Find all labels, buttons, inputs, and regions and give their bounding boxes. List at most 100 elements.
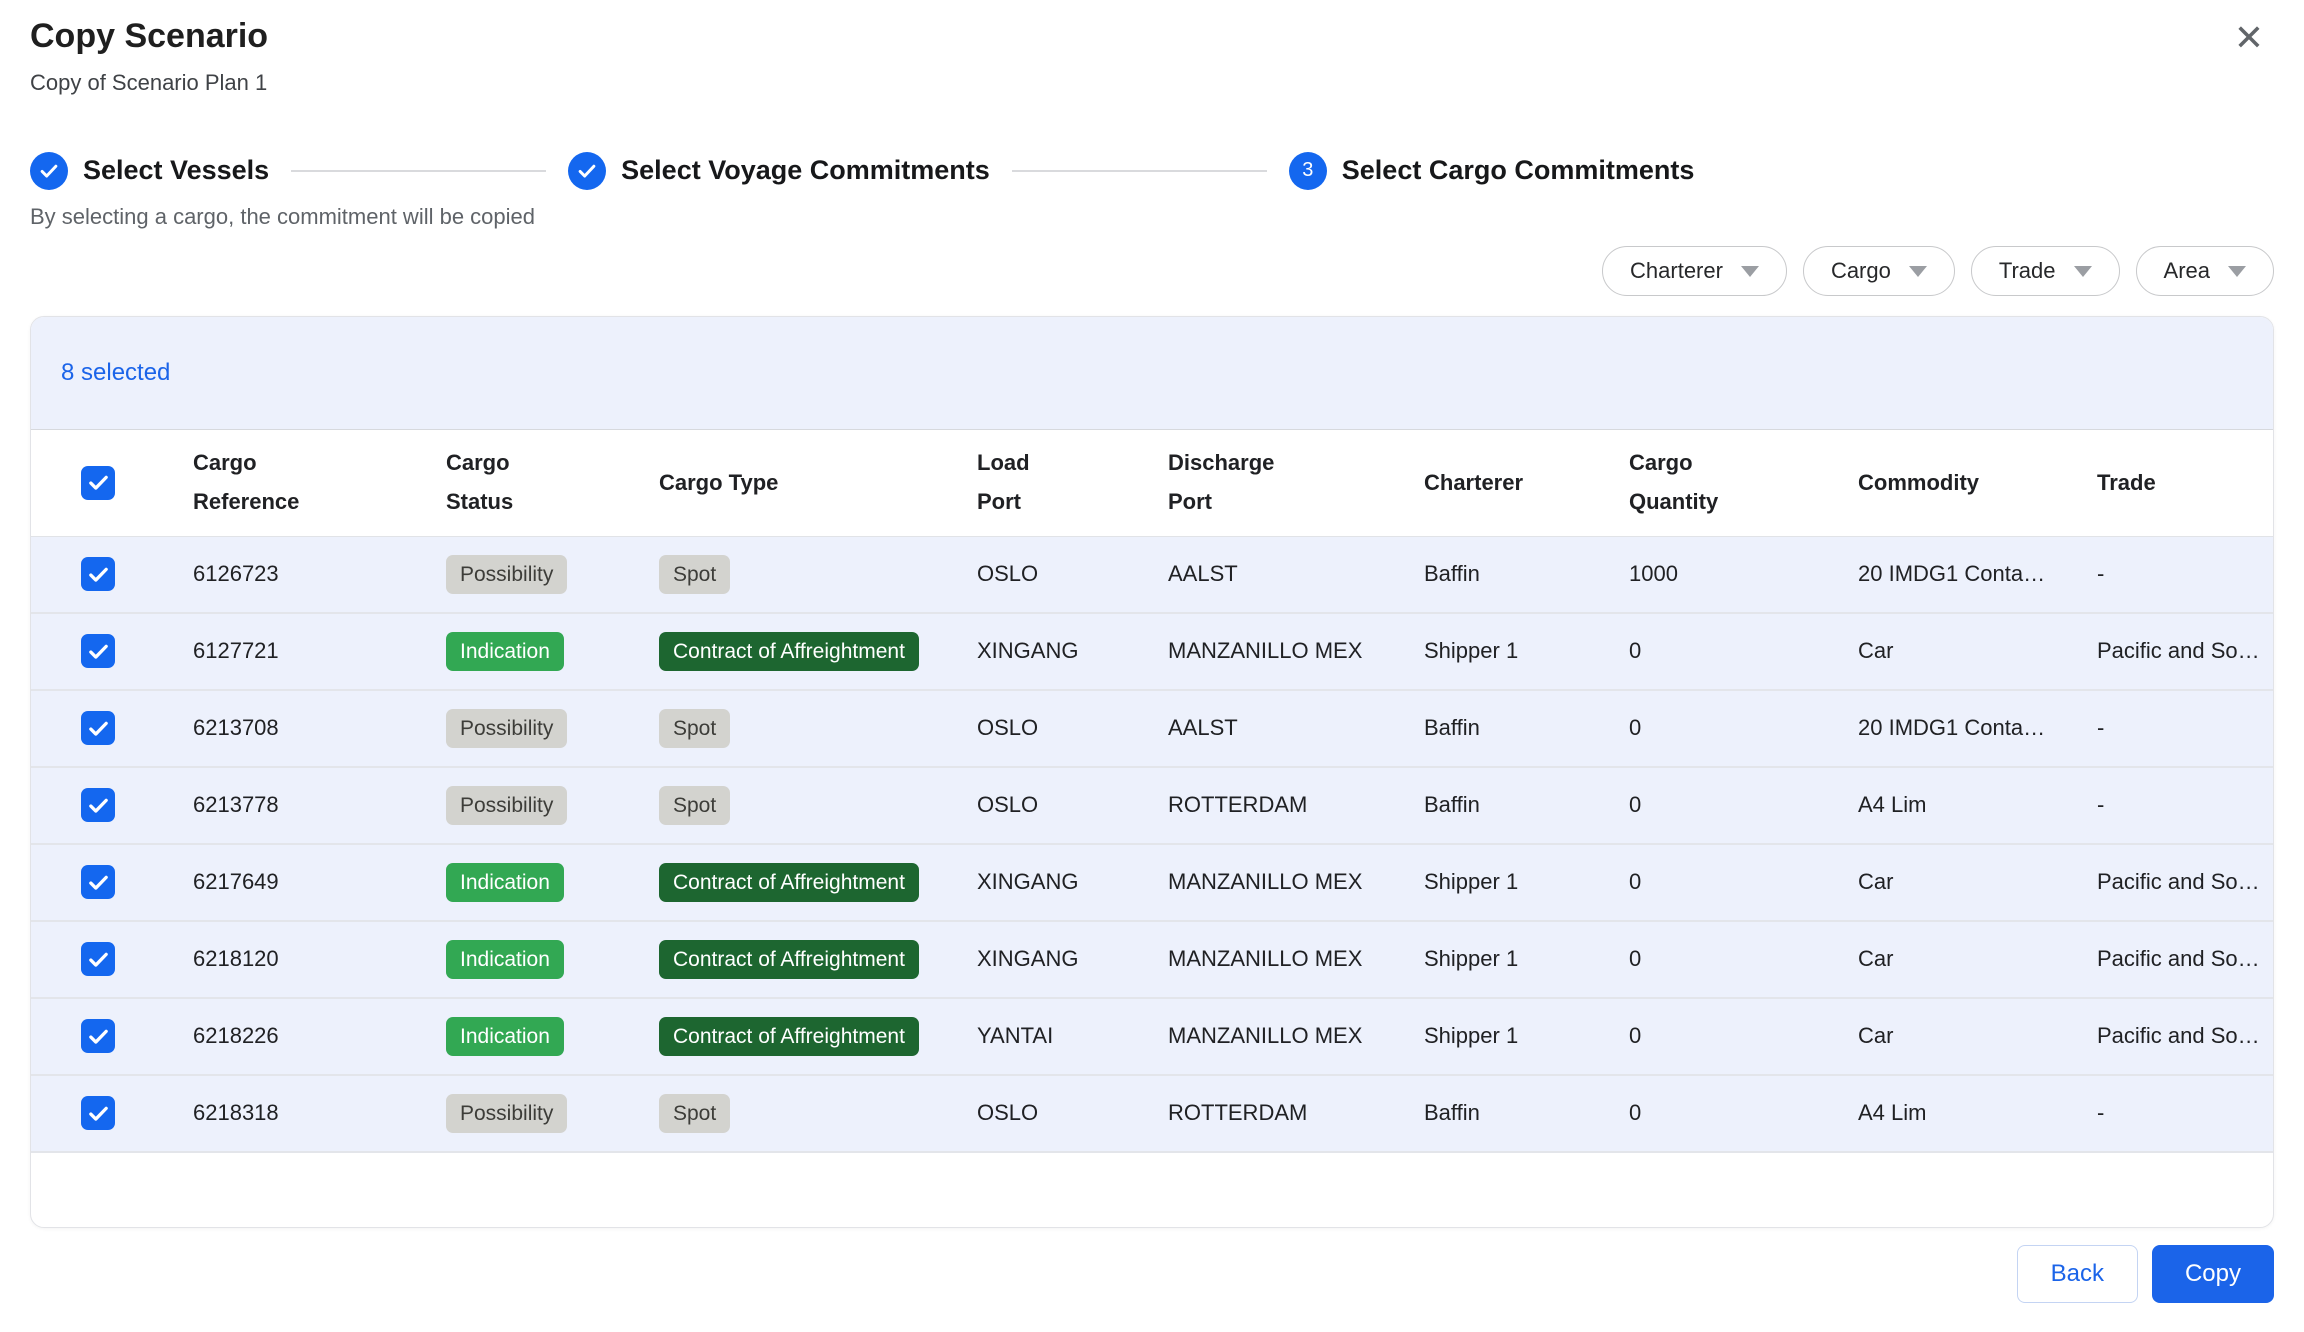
load-port: XINGANG (977, 946, 1168, 972)
step-select-voyage-commitments[interactable]: Select Voyage Commitments (568, 152, 990, 190)
table-body: 6126723PossibilitySpotOSLOAALSTBaffin100… (31, 537, 2273, 1153)
charterer: Shipper 1 (1424, 638, 1629, 664)
cargo-reference: 6218120 (193, 946, 446, 972)
table-row[interactable]: 6218120Indication Contract of Affreightme… (31, 922, 2273, 999)
column-header-charterer: Charterer (1424, 464, 1629, 503)
step-complete-check-icon (30, 152, 68, 190)
dialog-title-block: Copy Scenario Copy of Scenario Plan 1 (30, 16, 268, 96)
row-checkbox-cell (31, 1019, 193, 1053)
discharge-port: ROTTERDAM (1168, 792, 1424, 818)
commodity: 20 IMDG1 Conta… (1858, 715, 2097, 741)
copy-scenario-dialog: Copy Scenario Copy of Scenario Plan 1 ✕ … (0, 0, 2304, 1332)
stepper: Select Vessels Select Voyage Commitments… (30, 152, 2274, 190)
cargo-quantity: 0 (1629, 638, 1858, 664)
cargo-type-cell: Contract of Affreightment (659, 1017, 977, 1056)
table-row[interactable]: 6213708PossibilitySpotOSLOAALSTBaffin020… (31, 691, 2273, 768)
filter-charterer-dropdown[interactable]: Charterer (1602, 246, 1787, 296)
cargo-status-badge: Possibility (446, 1094, 567, 1133)
table-row[interactable]: 6217649IndicationContract of Affreightme… (31, 845, 2273, 922)
row-checkbox[interactable] (81, 865, 115, 899)
cargo-quantity: 0 (1629, 946, 1858, 972)
step-connector (1012, 170, 1267, 172)
commodity: A4 Lim (1858, 1100, 2097, 1126)
row-checkbox-cell (31, 942, 193, 976)
filter-label: Area (2164, 258, 2210, 284)
cargo-status-badge: Indication (446, 940, 564, 979)
chevron-down-icon (1909, 266, 1927, 277)
table-row[interactable]: 6218318PossibilitySpotOSLOROTTERDAMBaffi… (31, 1076, 2273, 1153)
commodity: Car (1858, 869, 2097, 895)
row-checkbox[interactable] (81, 711, 115, 745)
step-label: Select Cargo Commitments (1342, 155, 1695, 186)
cargo-status-cell: Indication (446, 1017, 659, 1056)
cargo-reference: 6213708 (193, 715, 446, 741)
cargo-status-cell: Possibility (446, 786, 659, 825)
discharge-port: MANZANILLO MEX (1168, 869, 1424, 895)
cargo-type-badge: Contract of Affreightment (659, 863, 919, 902)
step-select-vessels[interactable]: Select Vessels (30, 152, 269, 190)
step-select-cargo-commitments[interactable]: 3 Select Cargo Commitments (1289, 152, 1695, 190)
cargo-status-cell: Possibility (446, 1094, 659, 1133)
cargo-quantity: 1000 (1629, 561, 1858, 587)
filter-cargo-dropdown[interactable]: Cargo (1803, 246, 1955, 296)
row-checkbox[interactable] (81, 942, 115, 976)
commodity: Car (1858, 638, 2097, 664)
row-checkbox[interactable] (81, 788, 115, 822)
cargo-status-cell: Indication (446, 940, 659, 979)
cargo-status-cell: Indication (446, 863, 659, 902)
commodity: Car (1858, 946, 2097, 972)
trade: Pacific and So… (2097, 869, 2273, 895)
table-row[interactable]: 6213778PossibilitySpotOSLOROTTERDAMBaffi… (31, 768, 2273, 845)
charterer: Baffin (1424, 1100, 1629, 1126)
close-button[interactable]: ✕ (2224, 16, 2274, 60)
cargo-quantity: 0 (1629, 792, 1858, 818)
column-header-cargo-status: Cargo Status (446, 444, 659, 521)
row-checkbox[interactable] (81, 1019, 115, 1053)
filter-label: Charterer (1630, 258, 1723, 284)
discharge-port: MANZANILLO MEX (1168, 638, 1424, 664)
charterer: Baffin (1424, 792, 1629, 818)
cargo-type-cell: Spot (659, 709, 977, 748)
cargo-reference: 6126723 (193, 561, 446, 587)
table-row[interactable]: 6218226IndicationContract of Affreightme… (31, 999, 2273, 1076)
filter-trade-dropdown[interactable]: Trade (1971, 246, 2120, 296)
cargo-status-cell: Possibility (446, 555, 659, 594)
copy-button[interactable]: Copy (2152, 1245, 2274, 1303)
cargo-type-badge: Spot (659, 555, 730, 594)
step-complete-check-icon (568, 152, 606, 190)
close-icon: ✕ (2234, 17, 2264, 58)
filter-area-dropdown[interactable]: Area (2136, 246, 2274, 296)
table-row[interactable]: 6126723PossibilitySpotOSLOAALSTBaffin100… (31, 537, 2273, 614)
column-header-cargo-type: Cargo Type (659, 464, 977, 503)
cargo-reference: 6213778 (193, 792, 446, 818)
cargo-type-badge: Spot (659, 1094, 730, 1133)
filter-bar: Charterer Cargo Trade Area (30, 246, 2274, 296)
helper-text: By selecting a cargo, the commitment wil… (30, 204, 2274, 230)
dialog-subtitle: Copy of Scenario Plan 1 (30, 70, 268, 96)
dialog-footer: Back Copy (30, 1245, 2274, 1303)
charterer: Shipper 1 (1424, 1023, 1629, 1049)
cargo-type-cell: Spot (659, 555, 977, 594)
load-port: YANTAI (977, 1023, 1168, 1049)
cargo-status-cell: Indication (446, 632, 659, 671)
load-port: OSLO (977, 1100, 1168, 1126)
table-row[interactable]: 6127721IndicationContract of Affreightme… (31, 614, 2273, 691)
row-checkbox[interactable] (81, 1096, 115, 1130)
commodity: A4 Lim (1858, 792, 2097, 818)
cargo-commitments-table: 8 selected Cargo ReferenceCargo StatusCa… (30, 316, 2274, 1228)
column-header-commodity: Commodity (1858, 464, 2097, 503)
chevron-down-icon (2074, 266, 2092, 277)
row-checkbox[interactable] (81, 557, 115, 591)
back-button[interactable]: Back (2017, 1245, 2138, 1303)
cargo-type-cell: Contract of Affreightment (659, 940, 977, 979)
page-title: Copy Scenario (30, 16, 268, 57)
cargo-type-cell: Spot (659, 786, 977, 825)
cargo-quantity: 0 (1629, 869, 1858, 895)
column-header-cargo-reference: Cargo Reference (193, 444, 446, 521)
row-checkbox-cell (31, 711, 193, 745)
row-checkbox[interactable] (81, 634, 115, 668)
select-all-checkbox[interactable] (81, 466, 115, 500)
cargo-reference: 6218318 (193, 1100, 446, 1126)
column-header-cargo-quantity: Cargo Quantity (1629, 444, 1858, 521)
row-checkbox-cell (31, 557, 193, 591)
